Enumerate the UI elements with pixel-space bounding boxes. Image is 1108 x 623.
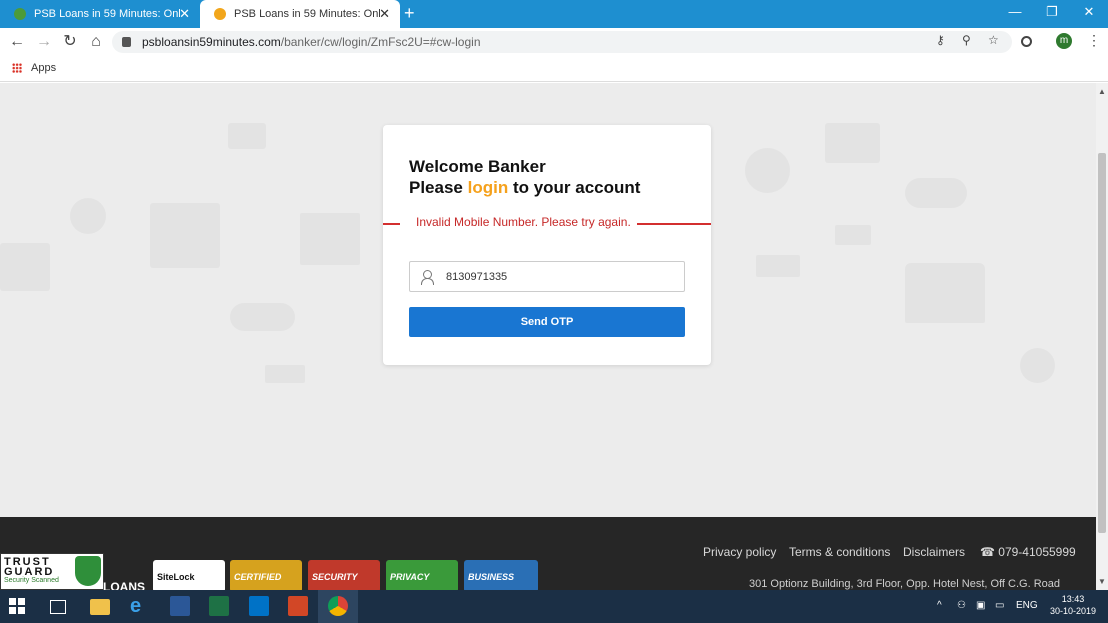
error-message: Invalid Mobile Number. Please try again. xyxy=(416,215,631,229)
clock-time: 13:43 xyxy=(1061,594,1085,604)
task-view-icon[interactable] xyxy=(50,600,66,614)
trust-guard-seal[interactable]: TRUST GUARD Security Scanned xyxy=(0,553,104,590)
url-domain: psbloansin59minutes.com xyxy=(142,35,281,49)
car-illustration xyxy=(905,178,967,208)
language-indicator[interactable]: ENG xyxy=(1016,600,1038,611)
wings-illustration xyxy=(230,303,295,331)
browser-toolbar: ← → ↻ ⌂ psbloansin59minutes.com/banker/c… xyxy=(0,28,1108,56)
scrollbar-thumb[interactable] xyxy=(1098,153,1106,533)
privacy-policy-link[interactable]: Privacy policy xyxy=(703,545,776,559)
error-divider-right xyxy=(637,223,711,225)
tab-title: PSB Loans in 59 Minutes: Online xyxy=(234,8,380,20)
sitelock-badge[interactable]: SiteLock xyxy=(153,560,225,590)
apps-bookmark[interactable]: Apps xyxy=(31,62,56,74)
mobile-number-value[interactable]: 8130971335 xyxy=(446,271,507,283)
note-illustration xyxy=(265,365,305,383)
shield-icon xyxy=(75,556,101,586)
security-badge[interactable]: SECURITY xyxy=(308,560,380,590)
page-title: Welcome Banker Please login to your acco… xyxy=(409,156,640,198)
error-divider-left xyxy=(383,223,400,225)
internet-explorer-icon[interactable]: e xyxy=(130,596,150,616)
home-icon[interactable]: ⌂ xyxy=(86,33,106,51)
welcome-heading: Welcome Banker xyxy=(409,157,546,176)
user-icon xyxy=(420,269,434,285)
scroll-down-icon[interactable]: ▼ xyxy=(1098,577,1106,586)
menu-icon[interactable]: ⋮ xyxy=(1087,32,1101,49)
terms-link[interactable]: Terms & conditions xyxy=(789,545,890,559)
subheading-accent: login xyxy=(467,178,509,197)
window-close-button[interactable]: ✕ xyxy=(1074,4,1104,20)
key-icon[interactable]: ⚷ xyxy=(936,33,945,47)
favicon-icon xyxy=(14,8,26,20)
certified-badge[interactable]: CERTIFIED xyxy=(230,560,302,590)
page-scrollbar[interactable]: ▲ ▼ xyxy=(1096,83,1108,590)
loans-text: LOANS xyxy=(103,580,145,590)
house-illustration xyxy=(905,263,985,323)
network-icon[interactable]: ▭ xyxy=(995,600,1004,611)
person-illustration xyxy=(745,148,790,193)
tray-chevron-icon[interactable]: ^ xyxy=(937,600,942,611)
trust-guard-caption: Security Scanned xyxy=(4,577,59,584)
tab-title: PSB Loans in 59 Minutes: Online xyxy=(34,8,180,20)
mobile-number-field[interactable]: 8130971335 xyxy=(409,261,685,292)
chrome-icon xyxy=(328,596,348,616)
chart-illustration xyxy=(0,243,50,291)
system-clock[interactable]: 13:43 30-10-2019 xyxy=(1050,593,1096,617)
card-illustration xyxy=(228,123,266,149)
coin-illustration xyxy=(70,198,106,234)
browser-tab-1[interactable]: PSB Loans in 59 Minutes: Online ✕ xyxy=(0,0,200,28)
people-icon[interactable]: ⚇ xyxy=(957,600,966,611)
minimize-button[interactable]: — xyxy=(1000,4,1030,19)
file-explorer-icon[interactable] xyxy=(90,599,110,615)
shop-illustration xyxy=(150,203,220,268)
moneybag-illustration xyxy=(1020,348,1055,383)
office-address: 301 Optionz Building, 3rd Floor, Opp. Ho… xyxy=(749,578,1061,590)
profile-avatar[interactable]: m xyxy=(1056,33,1072,49)
favicon-icon xyxy=(214,8,226,20)
scroll-up-icon[interactable]: ▲ xyxy=(1098,87,1106,96)
privacy-badge[interactable]: PRIVACY xyxy=(386,560,458,590)
site-footer: TRUST GUARD Security Scanned LOANS SiteLo… xyxy=(0,517,1096,590)
bank-illustration xyxy=(300,213,360,265)
lock-icon xyxy=(122,37,131,47)
login-subheading: Please login to your account xyxy=(409,177,640,198)
monitor-illustration xyxy=(825,123,880,163)
close-tab-icon[interactable]: ✕ xyxy=(379,7,390,20)
new-tab-button[interactable]: + xyxy=(404,4,415,22)
url-path: /banker/cw/login/ZmFsc2U=#cw-login xyxy=(280,35,481,49)
outlook-icon[interactable] xyxy=(249,596,269,616)
word-icon[interactable] xyxy=(170,596,190,616)
back-icon[interactable]: ← xyxy=(7,33,27,51)
phone-number: ☎ 079-41055999 xyxy=(980,545,1076,559)
business-badge[interactable]: BUSINESS xyxy=(464,560,538,590)
subheading-prefix: Please xyxy=(409,178,468,197)
reload-icon[interactable]: ↻ xyxy=(60,33,80,51)
trust-guard-title: TRUST GUARD xyxy=(4,556,55,578)
extension-icon[interactable] xyxy=(1021,36,1032,47)
forward-icon[interactable]: → xyxy=(34,33,54,51)
login-card: Welcome Banker Please login to your acco… xyxy=(383,125,711,365)
graduation-illustration xyxy=(756,255,800,277)
vpn-icon[interactable]: ▣ xyxy=(976,600,985,611)
disclaimers-link[interactable]: Disclaimers xyxy=(903,545,965,559)
address-bar[interactable]: psbloansin59minutes.com/banker/cw/login/… xyxy=(112,31,1012,53)
windows-start-icon[interactable] xyxy=(9,598,25,614)
windows-taskbar: e ^ ⚇ ▣ ▭ ENG 13:43 30-10-2019 xyxy=(0,590,1108,623)
subheading-suffix: to your account xyxy=(508,178,641,197)
excel-icon[interactable] xyxy=(209,596,229,616)
powerpoint-icon[interactable] xyxy=(288,596,308,616)
browser-tab-2[interactable]: PSB Loans in 59 Minutes: Online ✕ xyxy=(200,0,400,28)
cash-illustration xyxy=(835,225,871,245)
bookmark-star-icon[interactable]: ☆ xyxy=(988,33,999,47)
zoom-icon[interactable]: ⚲ xyxy=(962,33,971,47)
close-tab-icon[interactable]: ✕ xyxy=(179,7,190,20)
bookmarks-bar: Apps xyxy=(0,56,1108,82)
apps-grid-icon[interactable] xyxy=(12,63,22,73)
restore-button[interactable]: ❐ xyxy=(1037,4,1067,20)
clock-date: 30-10-2019 xyxy=(1050,606,1097,616)
browser-tab-strip: PSB Loans in 59 Minutes: Online ✕ PSB Lo… xyxy=(0,0,1108,28)
send-otp-button[interactable]: Send OTP xyxy=(409,307,685,337)
chrome-taskbar-slot[interactable] xyxy=(318,590,358,623)
